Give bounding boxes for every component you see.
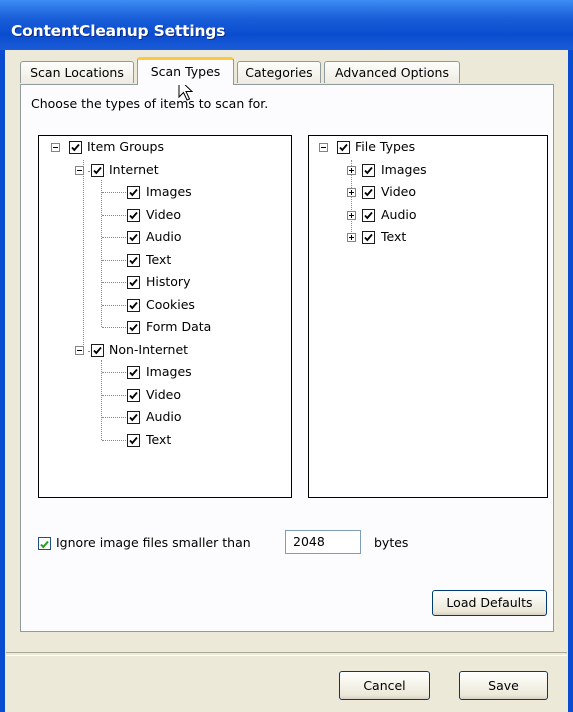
ignore-small-images-checkbox[interactable] bbox=[38, 537, 51, 550]
item-label: Audio bbox=[146, 409, 182, 424]
item-label: Images bbox=[381, 162, 427, 177]
checkbox[interactable] bbox=[127, 209, 140, 222]
item-groups-label: Item Groups bbox=[87, 139, 164, 154]
tree-node-file-video[interactable]: Video bbox=[347, 183, 497, 201]
checkbox[interactable] bbox=[362, 209, 375, 222]
tree-item-internet-cookies[interactable]: Cookies bbox=[127, 296, 267, 314]
item-label: Video bbox=[146, 207, 182, 222]
non-internet-checkbox[interactable] bbox=[91, 344, 104, 357]
tree-item-internet-text[interactable]: Text bbox=[127, 251, 267, 269]
tree-item-internet-audio[interactable]: Audio bbox=[127, 228, 267, 246]
item-label: Text bbox=[146, 432, 172, 447]
checkbox[interactable] bbox=[127, 276, 140, 289]
checkbox[interactable] bbox=[362, 186, 375, 199]
tab-advanced-options[interactable]: Advanced Options bbox=[324, 61, 460, 83]
scan-types-description: Choose the types of items to scan for. bbox=[31, 96, 269, 111]
load-defaults-button[interactable]: Load Defaults bbox=[432, 590, 547, 616]
collapse-icon[interactable] bbox=[51, 143, 60, 152]
checkbox[interactable] bbox=[362, 231, 375, 244]
item-label: Text bbox=[146, 252, 172, 267]
internet-label: Internet bbox=[109, 162, 159, 177]
collapse-icon[interactable] bbox=[75, 166, 84, 175]
checkbox[interactable] bbox=[127, 389, 140, 402]
checkbox[interactable] bbox=[127, 366, 140, 379]
tree-node-file-text[interactable]: Text bbox=[347, 228, 497, 246]
cancel-button[interactable]: Cancel bbox=[339, 671, 430, 700]
tree-node-file-audio[interactable]: Audio bbox=[347, 206, 497, 224]
file-types-checkbox[interactable] bbox=[337, 141, 350, 154]
item-label: Audio bbox=[146, 229, 182, 244]
tab-scan-locations[interactable]: Scan Locations bbox=[20, 61, 134, 83]
expand-icon[interactable] bbox=[347, 166, 356, 175]
tree-node-non-internet[interactable]: Non-Internet bbox=[75, 341, 255, 359]
expand-icon[interactable] bbox=[347, 233, 356, 242]
tree-item-internet-history[interactable]: History bbox=[127, 273, 267, 291]
file-types-tree[interactable]: File Types Images Video Audio Text bbox=[308, 135, 548, 498]
checkbox[interactable] bbox=[127, 321, 140, 334]
item-label: Video bbox=[146, 387, 182, 402]
tree-node-item-groups[interactable]: Item Groups bbox=[51, 138, 231, 156]
file-types-label: File Types bbox=[355, 139, 416, 154]
title-bar[interactable]: ContentCleanup Settings bbox=[0, 0, 573, 50]
item-label: History bbox=[146, 274, 191, 289]
tree-item-non-internet-text[interactable]: Text bbox=[127, 431, 267, 449]
tree-item-non-internet-audio[interactable]: Audio bbox=[127, 408, 267, 426]
min-size-input[interactable]: 2048 bbox=[285, 530, 361, 554]
checkbox[interactable] bbox=[127, 299, 140, 312]
collapse-icon[interactable] bbox=[75, 346, 84, 355]
ignore-small-images-label: Ignore image files smaller than bbox=[56, 535, 251, 550]
window-title: ContentCleanup Settings bbox=[11, 22, 226, 40]
non-internet-label: Non-Internet bbox=[109, 342, 189, 357]
tree-item-non-internet-images[interactable]: Images bbox=[127, 363, 267, 381]
checkbox[interactable] bbox=[127, 186, 140, 199]
item-label: Video bbox=[381, 184, 417, 199]
tree-node-internet[interactable]: Internet bbox=[75, 161, 255, 179]
checkbox[interactable] bbox=[127, 254, 140, 267]
checkbox[interactable] bbox=[127, 411, 140, 424]
bytes-unit-label: bytes bbox=[374, 535, 409, 550]
item-groups-checkbox[interactable] bbox=[69, 141, 82, 154]
collapse-icon[interactable] bbox=[319, 143, 328, 152]
item-label: Images bbox=[146, 364, 192, 379]
tab-scan-types[interactable]: Scan Types bbox=[137, 57, 234, 85]
internet-checkbox[interactable] bbox=[91, 164, 104, 177]
window-border-left bbox=[0, 50, 5, 712]
item-groups-tree[interactable]: Item Groups Internet Images Video Audio … bbox=[38, 135, 292, 498]
checkbox[interactable] bbox=[127, 434, 140, 447]
tree-item-non-internet-video[interactable]: Video bbox=[127, 386, 267, 404]
item-label: Text bbox=[381, 229, 407, 244]
expand-icon[interactable] bbox=[347, 188, 356, 197]
item-label: Audio bbox=[381, 207, 417, 222]
checkbox[interactable] bbox=[127, 231, 140, 244]
window-border-right bbox=[568, 50, 573, 712]
item-label: Form Data bbox=[146, 319, 212, 334]
tree-node-file-images[interactable]: Images bbox=[347, 161, 497, 179]
item-label: Cookies bbox=[146, 297, 195, 312]
checkbox[interactable] bbox=[362, 164, 375, 177]
footer-separator bbox=[6, 652, 567, 656]
expand-icon[interactable] bbox=[347, 211, 356, 220]
item-label: Images bbox=[146, 184, 192, 199]
tree-item-internet-form-data[interactable]: Form Data bbox=[127, 318, 267, 336]
tree-item-internet-images[interactable]: Images bbox=[127, 183, 267, 201]
tab-categories[interactable]: Categories bbox=[237, 61, 321, 83]
tree-item-internet-video[interactable]: Video bbox=[127, 206, 267, 224]
tree-node-file-types[interactable]: File Types bbox=[319, 138, 499, 156]
save-button[interactable]: Save bbox=[459, 671, 548, 700]
